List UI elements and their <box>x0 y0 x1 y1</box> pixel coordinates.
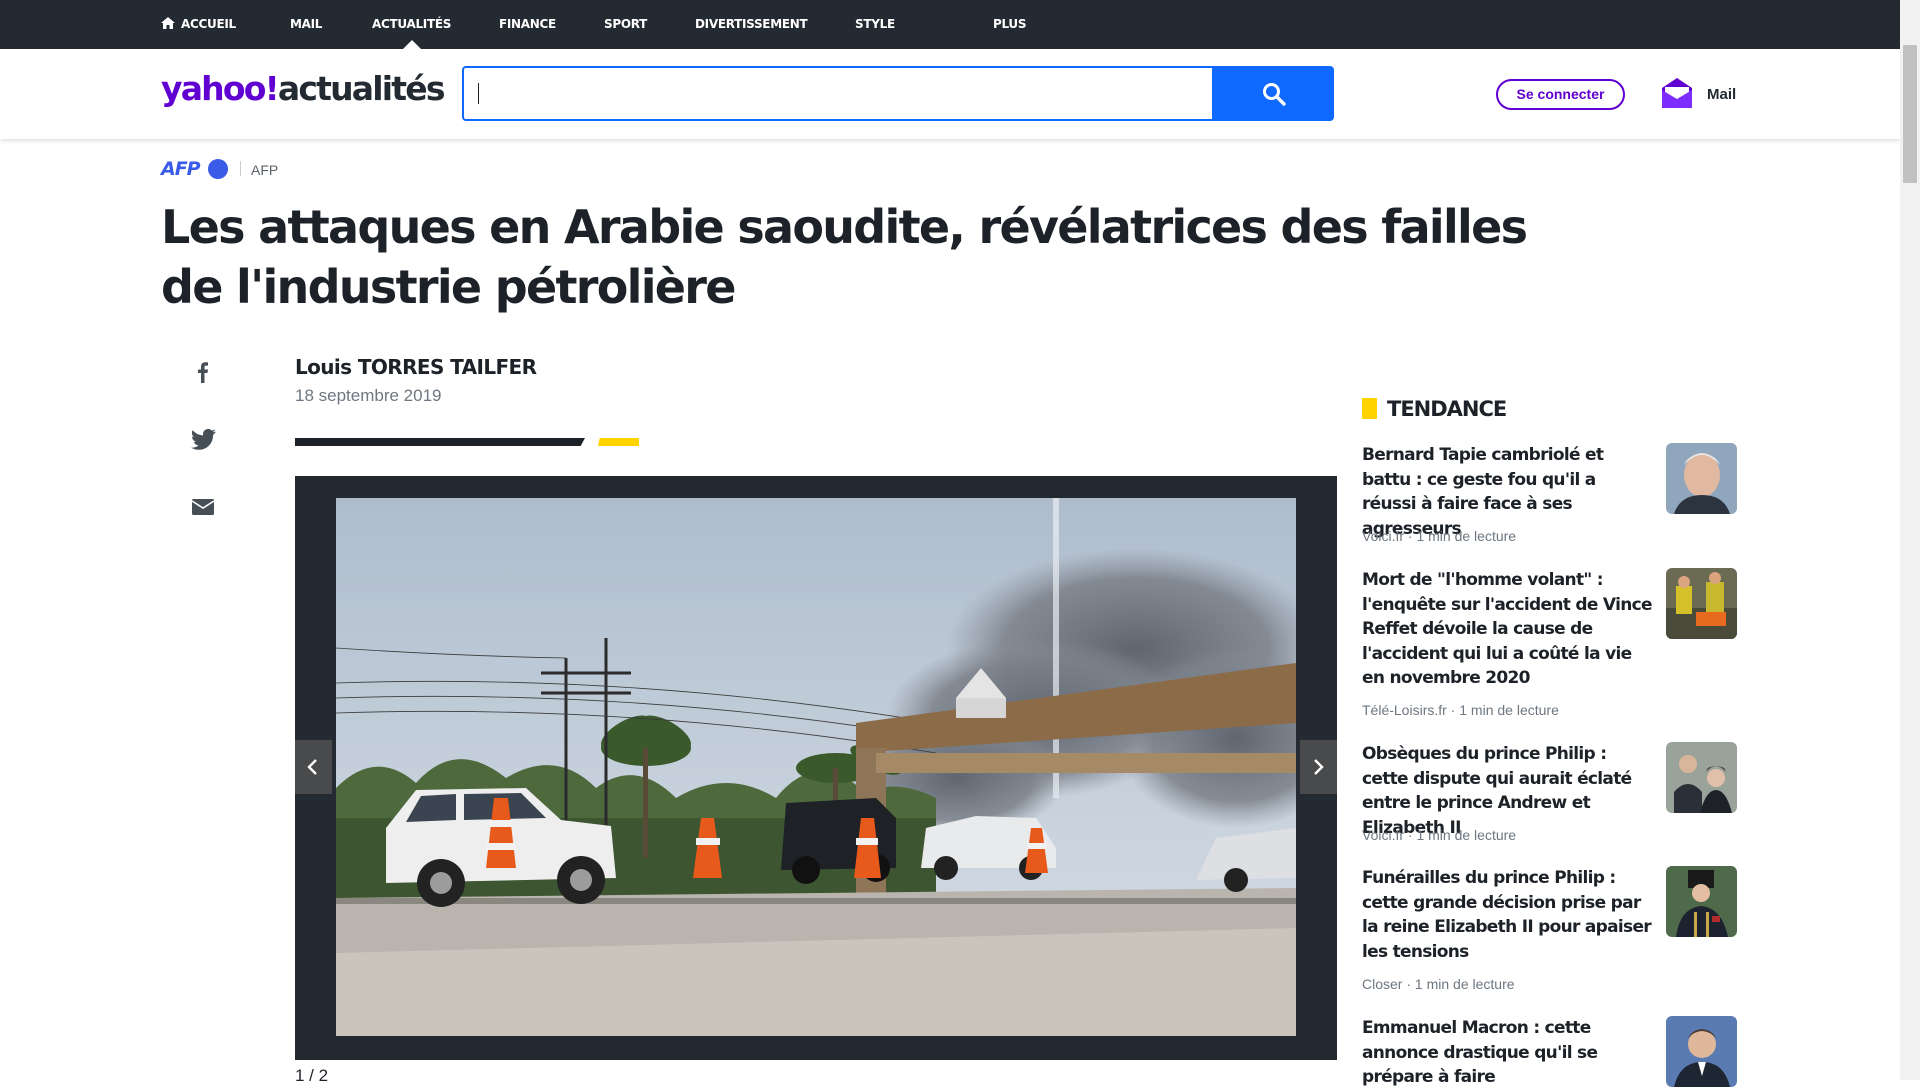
article-headline: Les attaques en Arabie saoudite, révélat… <box>161 200 1528 314</box>
home-icon <box>161 17 175 29</box>
top-navigation: ACCUEIL MAIL ACTUALITÉS FINANCE SPORT DI… <box>0 0 1900 49</box>
facebook-icon <box>198 362 208 383</box>
chevron-left-icon <box>307 759 317 775</box>
uniformed-prince-thumbnail <box>1666 866 1737 937</box>
trending-item-thumbnail[interactable] <box>1666 443 1737 514</box>
envelope-icon <box>1662 78 1692 108</box>
search-icon <box>1263 83 1286 106</box>
trending-item-meta: Voici.fr · 1 min de lecture <box>1362 827 1517 843</box>
trending-item-read-time: 1 min de lecture <box>1414 976 1515 992</box>
nav-item-accueil[interactable]: ACCUEIL <box>161 0 236 49</box>
page-scrollbar[interactable] <box>1900 0 1920 1080</box>
trending-item-source: Voici.fr <box>1362 528 1405 544</box>
trending-item-read-time: 1 min de lecture <box>1416 827 1517 843</box>
trending-item-meta: Télé-Loisirs.fr · 1 min de lecture <box>1362 702 1559 718</box>
nav-item-mail[interactable]: MAIL <box>290 0 322 49</box>
trending-item[interactable]: Obsèques du prince Philip : cette disput… <box>1362 742 1740 852</box>
trending-item-title[interactable]: Emmanuel Macron : cette annonce drastiqu… <box>1362 1016 1652 1090</box>
afp-logo-dot <box>208 159 228 179</box>
nav-item-divertissement[interactable]: DIVERTISSEMENT <box>695 0 808 49</box>
nav-item-sport[interactable]: SPORT <box>604 0 647 49</box>
source-divider <box>240 161 241 176</box>
nav-item-label: ACCUEIL <box>181 17 236 31</box>
politician-portrait-thumbnail <box>1666 1016 1737 1087</box>
twitter-icon <box>191 428 216 450</box>
decorative-bar-accent <box>598 438 639 446</box>
trending-item-title[interactable]: Mort de "l'homme volant" : l'enquête sur… <box>1362 568 1653 691</box>
trending-item-source: Voici.fr <box>1362 827 1405 843</box>
trending-item-read-time: 1 min de lecture <box>1416 528 1517 544</box>
article-date: 18 septembre 2019 <box>295 386 442 405</box>
trending-item-meta: Voici.fr · 1 min de lecture <box>1362 528 1517 544</box>
article-photo[interactable] <box>336 498 1296 1036</box>
search-button[interactable] <box>1213 66 1334 121</box>
trending-item[interactable]: Funérailles du prince Philip : cette gra… <box>1362 866 1740 1001</box>
trending-item-thumbnail[interactable] <box>1666 568 1737 639</box>
logo-section: actualités <box>277 69 446 108</box>
sign-in-button[interactable]: Se connecter <box>1496 79 1625 110</box>
trending-item-source: Télé-Loisirs.fr <box>1362 702 1447 718</box>
trending-title: TENDANCE <box>1387 397 1507 421</box>
trending-item-thumbnail[interactable] <box>1666 1016 1737 1087</box>
portrait-thumbnail <box>1666 443 1737 514</box>
mail-label: Mail <box>1707 86 1737 103</box>
source-name: AFP <box>251 162 279 178</box>
nav-item-plus[interactable]: PLUS <box>993 0 1027 49</box>
logo-brand: yahoo! <box>161 69 280 108</box>
trending-item-title[interactable]: Obsèques du prince Philip : cette disput… <box>1362 742 1652 840</box>
trending-item-title[interactable]: Bernard Tapie cambriolé et battu : ce ge… <box>1362 443 1652 541</box>
nav-item-actualites[interactable]: ACTUALITÉS <box>372 0 451 49</box>
slide-counter: 1 / 2 <box>295 1066 329 1085</box>
trending-marker <box>1362 398 1377 419</box>
scrollbar-thumb[interactable] <box>1903 45 1917 183</box>
share-twitter-button[interactable] <box>188 425 218 455</box>
mail-link[interactable]: Mail <box>1662 77 1736 111</box>
accident-scene-thumbnail <box>1666 568 1737 639</box>
trending-item-thumbnail[interactable] <box>1666 742 1737 813</box>
article-author[interactable]: Louis TORRES TAILFER <box>295 355 537 379</box>
oil-facility-photo <box>336 498 1296 1036</box>
trending-item[interactable]: Bernard Tapie cambriolé et battu : ce ge… <box>1362 443 1740 553</box>
trending-item-thumbnail[interactable] <box>1666 866 1737 937</box>
yahoo-actualites-logo[interactable]: yahoo!actualités <box>161 69 446 108</box>
share-email-button[interactable] <box>188 492 218 522</box>
image-slideshow <box>295 476 1337 1060</box>
trending-item-title[interactable]: Funérailles du prince Philip : cette gra… <box>1362 866 1652 964</box>
site-header: yahoo!actualités Se connecter Mail <box>0 49 1900 139</box>
nav-item-style[interactable]: STYLE <box>855 0 895 49</box>
text-caret <box>478 83 479 104</box>
slideshow-previous-button[interactable] <box>295 740 332 794</box>
email-icon <box>191 499 215 515</box>
trending-item-meta: Closer · 1 min de lecture <box>1362 976 1515 992</box>
trending-item-read-time: 1 min de lecture <box>1459 702 1559 718</box>
trending-item[interactable]: Mort de "l'homme volant" : l'enquête sur… <box>1362 568 1740 728</box>
chevron-right-icon <box>1314 759 1324 775</box>
share-facebook-button[interactable] <box>188 357 218 387</box>
search-input[interactable] <box>462 66 1214 121</box>
nav-item-finance[interactable]: FINANCE <box>499 0 556 49</box>
decorative-bar <box>295 438 585 446</box>
royal-family-thumbnail <box>1666 742 1737 813</box>
trending-item-source: Closer <box>1362 976 1403 992</box>
trending-item[interactable]: Emmanuel Macron : cette annonce drastiqu… <box>1362 1016 1740 1087</box>
slideshow-next-button[interactable] <box>1300 740 1337 794</box>
afp-logo[interactable]: AFP <box>161 158 201 180</box>
